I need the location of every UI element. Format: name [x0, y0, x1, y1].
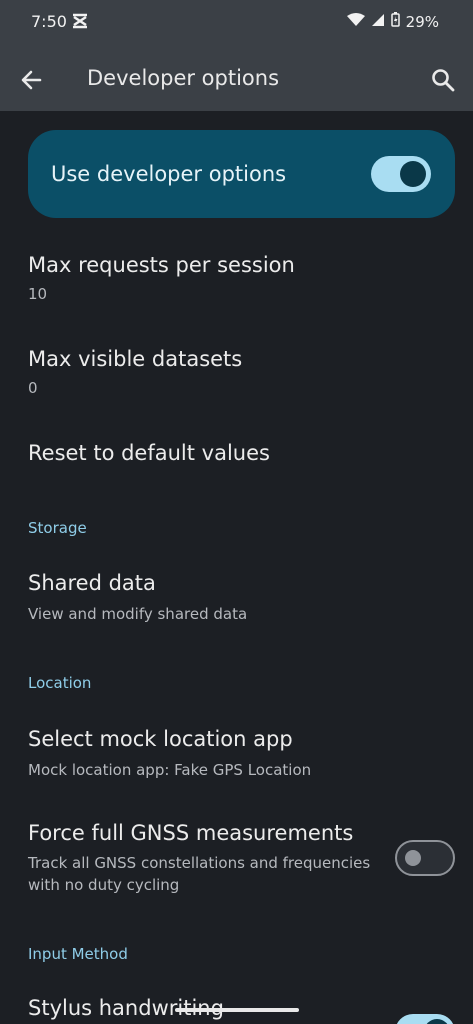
force-full-gnss-toggle[interactable] [395, 840, 455, 876]
item-title: Max visible datasets [28, 347, 243, 371]
section-header-input-method: Input Method [28, 945, 128, 963]
toggle-thumb [400, 161, 426, 187]
status-time: 7:50 [31, 12, 67, 31]
item-subtitle-line2: with no duty cycling [28, 876, 180, 894]
item-value: 0 [28, 379, 38, 397]
force-full-gnss-measurements-item[interactable]: Force full GNSS measurements Track all G… [0, 810, 473, 910]
section-header-location: Location [28, 674, 92, 692]
item-subtitle: View and modify shared data [28, 605, 248, 623]
back-arrow-icon[interactable] [18, 66, 46, 94]
search-icon[interactable] [429, 66, 457, 94]
status-bar: 7:50 29% [0, 0, 473, 46]
use-developer-options-label: Use developer options [51, 162, 287, 186]
home-indicator[interactable] [175, 1008, 299, 1012]
stylus-handwriting-toggle[interactable] [395, 1014, 455, 1024]
toggle-thumb [405, 850, 421, 866]
max-visible-datasets-item[interactable]: Max visible datasets 0 [0, 334, 473, 410]
wifi-icon [346, 12, 365, 31]
app-bar: Developer options [0, 46, 473, 111]
item-value: 10 [28, 285, 48, 303]
item-title: Force full GNSS measurements [28, 821, 354, 845]
stylus-handwriting-item[interactable]: Stylus handwriting [0, 986, 473, 1024]
toggle-thumb [424, 1019, 450, 1024]
page-title: Developer options [87, 66, 280, 90]
notification-icon [72, 13, 88, 33]
item-title: Shared data [28, 571, 156, 595]
item-title: Max requests per session [28, 253, 295, 277]
item-subtitle-line1: Track all GNSS constellations and freque… [28, 854, 371, 872]
reset-to-default-values-item[interactable]: Reset to default values [0, 428, 473, 484]
battery-icon [390, 12, 400, 31]
shared-data-item[interactable]: Shared data View and modify shared data [0, 560, 473, 636]
item-subtitle: Mock location app: Fake GPS Location [28, 761, 312, 779]
status-icons: 29% [346, 12, 439, 31]
signal-icon [371, 13, 385, 31]
max-requests-per-session-item[interactable]: Max requests per session 10 [0, 240, 473, 316]
use-developer-options-card[interactable]: Use developer options [28, 130, 455, 218]
select-mock-location-app-item[interactable]: Select mock location app Mock location a… [0, 716, 473, 792]
item-title: Reset to default values [28, 441, 270, 465]
use-developer-options-toggle[interactable] [371, 156, 431, 192]
section-header-storage: Storage [28, 519, 87, 537]
battery-percent: 29% [405, 12, 439, 31]
item-title: Select mock location app [28, 727, 293, 751]
